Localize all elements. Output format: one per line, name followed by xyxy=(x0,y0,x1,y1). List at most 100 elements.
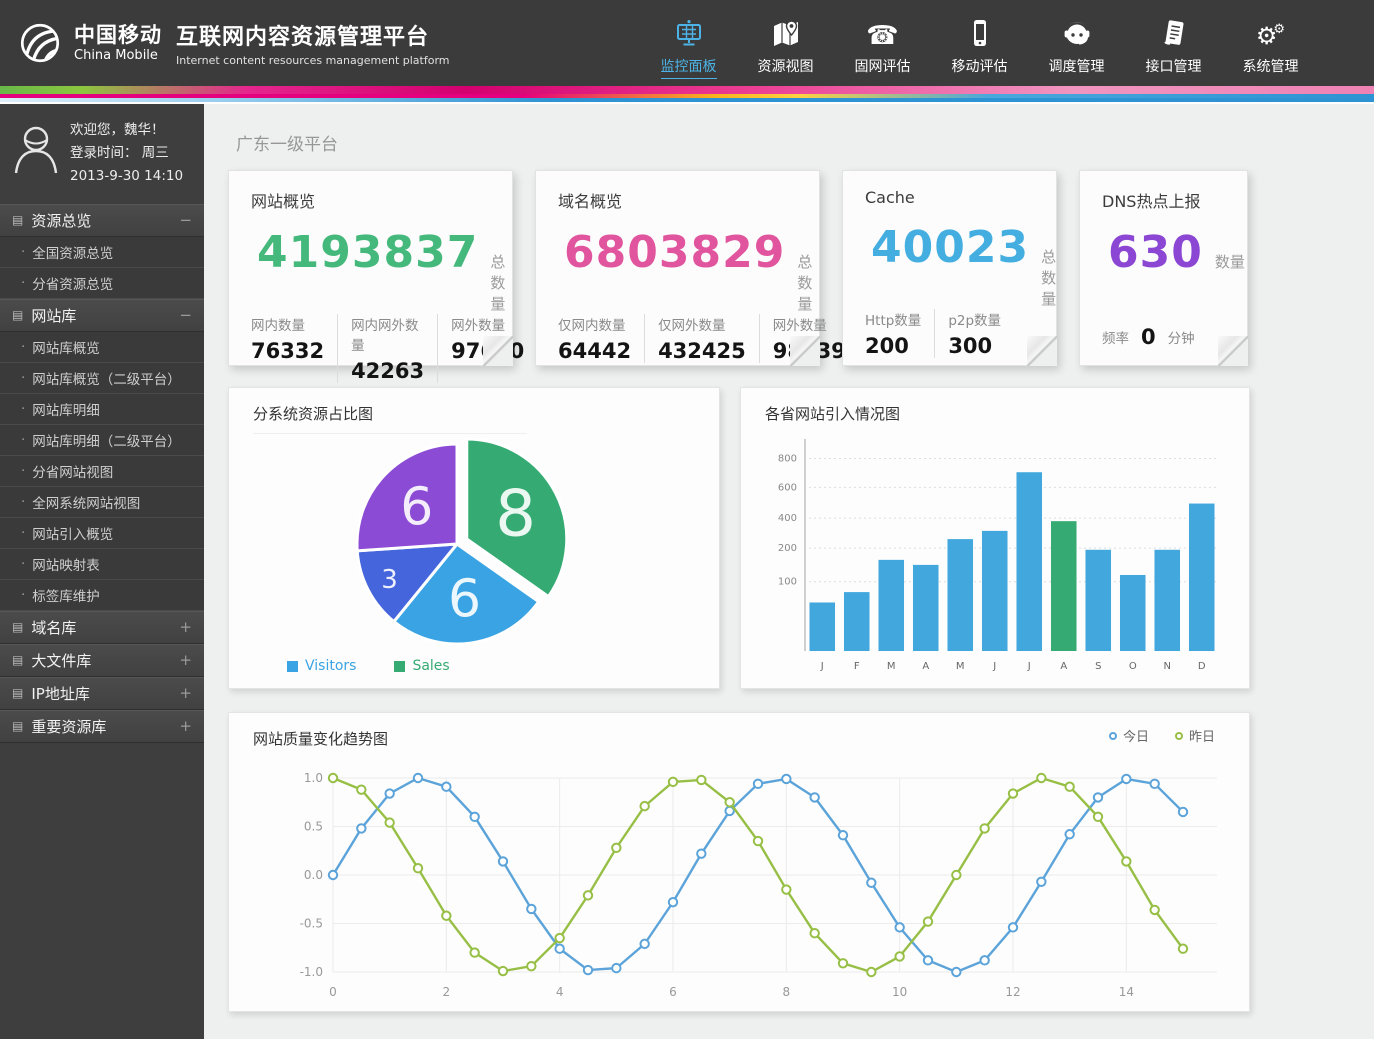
data-point[interactable] xyxy=(385,818,393,826)
data-point[interactable] xyxy=(385,789,393,797)
data-point[interactable] xyxy=(527,905,535,913)
collapse-icon[interactable]: − xyxy=(179,306,192,324)
sidebar-item[interactable]: ·网站库明细 xyxy=(0,394,204,425)
data-point[interactable] xyxy=(1122,775,1130,783)
bar[interactable] xyxy=(947,539,973,651)
data-point[interactable] xyxy=(470,813,478,821)
line-legend-item[interactable]: 今日 xyxy=(1109,726,1149,745)
data-point[interactable] xyxy=(669,898,677,906)
data-point[interactable] xyxy=(414,864,422,872)
data-point[interactable] xyxy=(612,844,620,852)
nav-item-monitor[interactable]: 监控面板 xyxy=(640,7,737,79)
pie-legend-item[interactable]: Sales xyxy=(394,658,449,674)
data-point[interactable] xyxy=(329,871,337,879)
expand-icon[interactable]: + xyxy=(179,717,192,735)
data-point[interactable] xyxy=(697,776,705,784)
nav-item-gears[interactable]: ⚙⚙系统管理 xyxy=(1222,7,1319,79)
data-point[interactable] xyxy=(867,879,875,887)
data-point[interactable] xyxy=(1065,830,1073,838)
bar[interactable] xyxy=(809,602,835,651)
sidebar-item[interactable]: ·分省资源总览 xyxy=(0,268,204,299)
sidebar-item[interactable]: ·网站库明细（二级平台） xyxy=(0,425,204,456)
data-point[interactable] xyxy=(1037,878,1045,886)
data-point[interactable] xyxy=(1037,774,1045,782)
bar[interactable] xyxy=(1189,504,1215,651)
sidebar-section[interactable]: ▤大文件库+ xyxy=(0,644,204,677)
data-point[interactable] xyxy=(499,857,507,865)
bar[interactable] xyxy=(982,531,1008,651)
data-point[interactable] xyxy=(725,798,733,806)
data-point[interactable] xyxy=(1065,783,1073,791)
nav-item-mobile[interactable]: 移动评估 xyxy=(931,7,1028,79)
nav-item-document[interactable]: 接口管理 xyxy=(1125,7,1222,79)
data-point[interactable] xyxy=(555,945,563,953)
data-point[interactable] xyxy=(1179,945,1187,953)
data-point[interactable] xyxy=(980,956,988,964)
data-point[interactable] xyxy=(584,966,592,974)
sidebar-section[interactable]: ▤网站库− xyxy=(0,299,204,332)
data-point[interactable] xyxy=(754,780,762,788)
data-point[interactable] xyxy=(1150,906,1158,914)
sidebar-item[interactable]: ·网站映射表 xyxy=(0,549,204,580)
data-point[interactable] xyxy=(1094,813,1102,821)
data-point[interactable] xyxy=(754,837,762,845)
bar[interactable] xyxy=(1051,521,1077,651)
pie-legend-item[interactable]: Visitors xyxy=(287,658,356,674)
data-point[interactable] xyxy=(414,774,422,782)
data-point[interactable] xyxy=(810,929,818,937)
data-point[interactable] xyxy=(584,891,592,899)
data-point[interactable] xyxy=(499,967,507,975)
data-point[interactable] xyxy=(980,824,988,832)
sidebar-item[interactable]: ·网站库概览（二级平台） xyxy=(0,363,204,394)
data-point[interactable] xyxy=(669,778,677,786)
data-point[interactable] xyxy=(1009,923,1017,931)
nav-item-map[interactable]: 资源视图 xyxy=(737,7,834,79)
collapse-icon[interactable]: − xyxy=(179,211,192,229)
data-point[interactable] xyxy=(442,912,450,920)
bar[interactable] xyxy=(878,560,904,651)
data-point[interactable] xyxy=(895,952,903,960)
data-point[interactable] xyxy=(952,968,960,976)
data-point[interactable] xyxy=(697,849,705,857)
data-point[interactable] xyxy=(867,968,875,976)
data-point[interactable] xyxy=(1122,857,1130,865)
sidebar-item[interactable]: ·全网系统网站视图 xyxy=(0,487,204,518)
sidebar-item[interactable]: ·网站引入概览 xyxy=(0,518,204,549)
sidebar-section[interactable]: ▤重要资源库+ xyxy=(0,710,204,743)
data-point[interactable] xyxy=(329,774,337,782)
data-point[interactable] xyxy=(555,934,563,942)
nav-item-phone[interactable]: ☎固网评估 xyxy=(834,7,931,79)
data-point[interactable] xyxy=(924,917,932,925)
data-point[interactable] xyxy=(1179,808,1187,816)
bar[interactable] xyxy=(1016,472,1042,651)
data-point[interactable] xyxy=(640,802,648,810)
data-point[interactable] xyxy=(1009,789,1017,797)
data-point[interactable] xyxy=(527,962,535,970)
bar[interactable] xyxy=(1154,550,1180,651)
data-point[interactable] xyxy=(640,940,648,948)
data-point[interactable] xyxy=(782,775,790,783)
data-point[interactable] xyxy=(1150,780,1158,788)
sidebar-section[interactable]: ▤资源总览− xyxy=(0,204,204,237)
expand-icon[interactable]: + xyxy=(179,618,192,636)
data-point[interactable] xyxy=(470,948,478,956)
line-legend-item[interactable]: 昨日 xyxy=(1175,726,1215,745)
bar[interactable] xyxy=(1085,550,1111,651)
bar[interactable] xyxy=(1120,575,1146,651)
nav-item-headset[interactable]: 调度管理 xyxy=(1028,7,1125,79)
data-point[interactable] xyxy=(924,956,932,964)
expand-icon[interactable]: + xyxy=(179,684,192,702)
data-point[interactable] xyxy=(782,885,790,893)
data-point[interactable] xyxy=(1094,793,1102,801)
bar[interactable] xyxy=(844,592,870,651)
sidebar-section[interactable]: ▤域名库+ xyxy=(0,611,204,644)
data-point[interactable] xyxy=(357,824,365,832)
data-point[interactable] xyxy=(612,964,620,972)
sidebar-section[interactable]: ▤IP地址库+ xyxy=(0,677,204,710)
data-point[interactable] xyxy=(357,785,365,793)
expand-icon[interactable]: + xyxy=(179,651,192,669)
sidebar-item[interactable]: ·网站库概览 xyxy=(0,332,204,363)
bar[interactable] xyxy=(913,565,939,651)
data-point[interactable] xyxy=(952,871,960,879)
data-point[interactable] xyxy=(839,831,847,839)
